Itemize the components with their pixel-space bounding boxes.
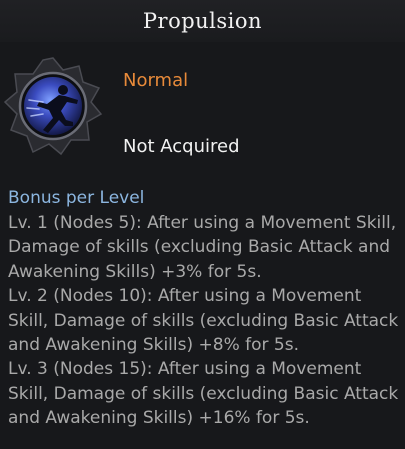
bonus-level-2: Lv. 2 (Nodes 10): After using a Movement… [8,286,399,356]
bonus-level-list: Lv. 1 (Nodes 5): After using a Movement … [8,211,400,431]
bonus-level-3: Lv. 3 (Nodes 15): After using a Movement… [8,359,399,429]
grade-label: Normal [123,70,189,91]
skill-icon-frame [3,56,103,156]
bonus-level-1: Lv. 1 (Nodes 5): After using a Movement … [8,213,397,282]
acquisition-status: Not Acquired [123,136,240,157]
sprinting-figure-icon [3,57,103,156]
tooltip-header: Propulsion [0,0,405,42]
tooltip-title: Propulsion [142,9,263,33]
bonus-heading: Bonus per Level [8,188,145,208]
